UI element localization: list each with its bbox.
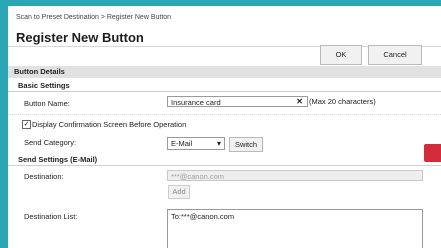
destination-placeholder: ***@canon.com (171, 172, 225, 181)
confirm-label: Display Confirmation Screen Before Opera… (32, 120, 187, 129)
register-button-panel: Scan to Preset Destination > Register Ne… (8, 6, 441, 248)
destination-list-label: Destination List: (24, 212, 78, 221)
cancel-button[interactable]: Cancel (368, 45, 422, 65)
send-category-label: Send Category: (24, 138, 77, 147)
subsection-title: Send Settings (E-Mail) (18, 155, 98, 164)
section-title: Button Details (14, 67, 65, 76)
subsection-send-settings: Send Settings (E-Mail) (8, 154, 441, 166)
subsection-basic-settings: Basic Settings (8, 80, 441, 92)
button-name-note: (Max 20 characters) (309, 97, 376, 106)
breadcrumb: Scan to Preset Destination > Register Ne… (16, 14, 172, 21)
side-tab[interactable] (424, 144, 441, 162)
destination-label: Destination: (24, 172, 64, 181)
send-category-select[interactable]: E-Mail ▾ (167, 137, 225, 150)
page-title: Register New Button (16, 30, 144, 45)
section-button-details: Button Details (8, 66, 441, 78)
chevron-down-icon: ▾ (216, 139, 221, 148)
add-button[interactable]: Add (168, 185, 190, 199)
ok-button[interactable]: OK (320, 45, 362, 65)
button-name-input[interactable]: Insurance card ✕ (167, 96, 308, 107)
destination-list-item[interactable]: To:***@canon.com (171, 212, 234, 221)
check-icon: ✓ (23, 121, 30, 128)
confirm-checkbox[interactable]: ✓ (22, 120, 31, 129)
close-icon[interactable]: ✕ (296, 96, 303, 107)
send-category-value: E-Mail (171, 139, 193, 148)
switch-button[interactable]: Switch (229, 137, 263, 152)
button-name-value: Insurance card (171, 98, 221, 107)
button-name-label: Button Name: (24, 99, 70, 108)
destination-input[interactable]: ***@canon.com (167, 170, 423, 181)
destination-list[interactable]: To:***@canon.com (167, 209, 423, 248)
divider (8, 114, 441, 116)
subsection-title: Basic Settings (18, 81, 70, 90)
